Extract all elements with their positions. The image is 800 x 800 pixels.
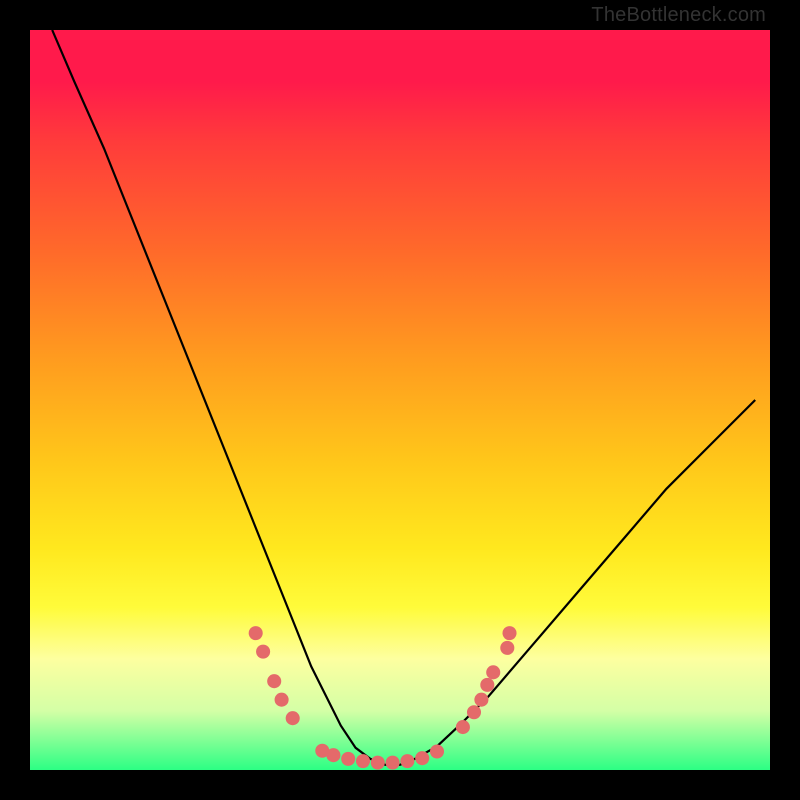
- curve-marker: [502, 626, 516, 640]
- curve-marker: [500, 641, 514, 655]
- plot-area: [30, 30, 770, 770]
- curve-marker: [256, 645, 270, 659]
- curve-marker: [467, 705, 481, 719]
- curve-marker: [275, 693, 289, 707]
- curve-marker: [386, 756, 400, 770]
- curve-marker: [400, 754, 414, 768]
- chart-frame: TheBottleneck.com: [0, 0, 800, 800]
- chart-svg: [30, 30, 770, 770]
- curve-marker: [430, 744, 444, 758]
- curve-marker: [341, 752, 355, 766]
- curve-marker: [486, 665, 500, 679]
- curve-marker: [326, 748, 340, 762]
- curve-marker: [371, 756, 385, 770]
- curve-marker: [480, 678, 494, 692]
- curve-marker: [249, 626, 263, 640]
- curve-marker: [474, 693, 488, 707]
- marker-group: [249, 626, 517, 770]
- curve-marker: [286, 711, 300, 725]
- curve-marker: [456, 720, 470, 734]
- watermark-text: TheBottleneck.com: [591, 4, 766, 27]
- curve-marker: [267, 674, 281, 688]
- curve-marker: [356, 754, 370, 768]
- bottleneck-curve: [52, 30, 755, 765]
- curve-marker: [415, 751, 429, 765]
